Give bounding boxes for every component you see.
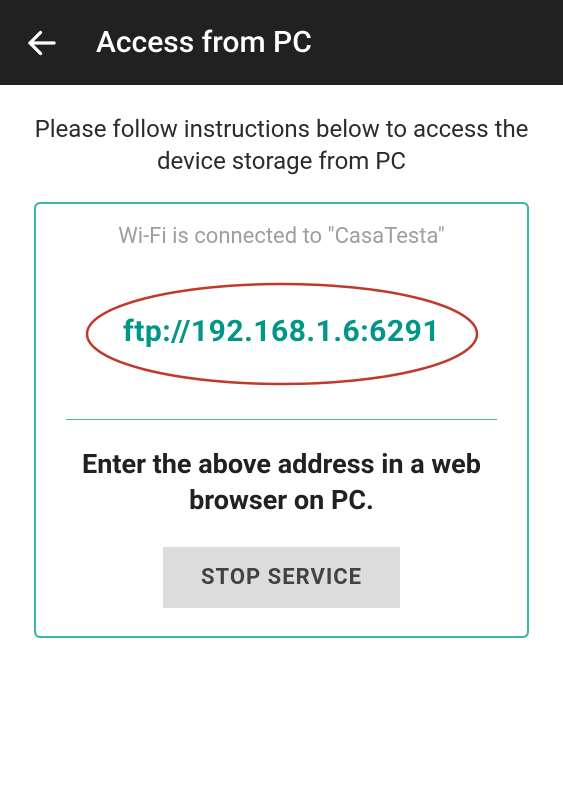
app-header: Access from PC <box>0 0 563 85</box>
content-area: Please follow instructions below to acce… <box>0 85 563 662</box>
back-arrow-icon[interactable] <box>18 19 66 67</box>
address-container: ftp://192.168.1.6:6291 <box>56 314 507 349</box>
instructions-text: Please follow instructions below to acce… <box>24 113 539 202</box>
page-title: Access from PC <box>96 25 312 60</box>
divider <box>66 419 497 420</box>
ftp-address-text: ftp://192.168.1.6:6291 <box>123 314 440 349</box>
button-row: STOP SERVICE <box>56 547 507 608</box>
enter-address-text: Enter the above address in a web browser… <box>56 446 507 519</box>
connection-card: Wi-Fi is connected to "CasaTesta" ftp://… <box>34 202 529 638</box>
wifi-status-text: Wi-Fi is connected to "CasaTesta" <box>56 224 507 249</box>
stop-service-button[interactable]: STOP SERVICE <box>163 547 400 608</box>
